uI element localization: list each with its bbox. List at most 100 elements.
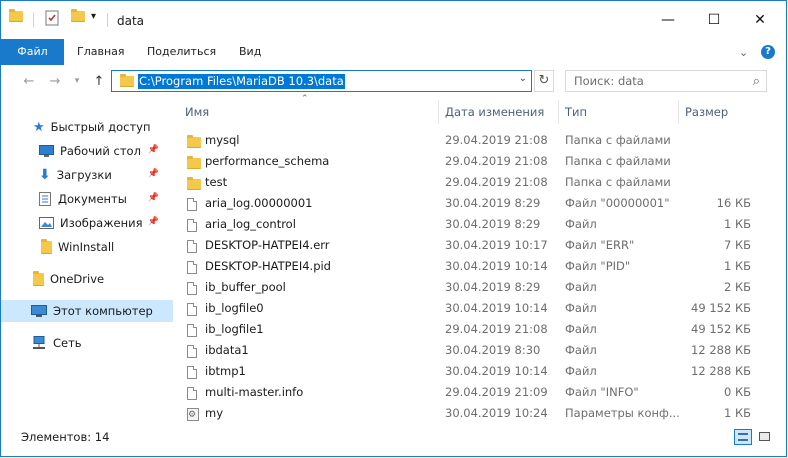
nav-item-downloads[interactable]: ⬇ Загрузки 📌 <box>1 164 173 186</box>
nav-item-desktop[interactable]: Рабочий стол 📌 <box>1 140 173 162</box>
help-icon[interactable]: ? <box>761 45 775 59</box>
file-date: 29.04.2019 21:08 <box>445 322 548 336</box>
nav-item-quick-access[interactable]: ★ Быстрый доступ <box>1 116 173 138</box>
address-bar[interactable]: C:\Program Files\MariaDB 10.3\data ⌄ <box>111 70 532 92</box>
file-type: Файл "00000001" <box>565 196 670 210</box>
file-name: performance_schema <box>205 154 330 168</box>
file-row[interactable]: mysql 29.04.2019 21:08 Папка с файлами <box>181 130 767 151</box>
nav-item-pictures[interactable]: Изображения 📌 <box>1 212 173 234</box>
nav-item-wininstall[interactable]: WinInstall <box>1 236 173 258</box>
address-path[interactable]: C:\Program Files\MariaDB 10.3\data <box>138 74 345 89</box>
nav-item-network[interactable]: Сеть <box>1 332 173 354</box>
file-type: Файл <box>565 343 597 357</box>
file-size: 1 КБ <box>723 406 751 420</box>
file-row[interactable]: test 29.04.2019 21:08 Папка с файлами <box>181 172 767 193</box>
file-size: 2 КБ <box>723 280 751 294</box>
up-button[interactable]: ↑ <box>89 71 109 91</box>
customize-toolbar-icon[interactable]: ▾ <box>91 11 96 22</box>
back-button[interactable]: ← <box>19 71 39 91</box>
file-size: 12 288 КБ <box>691 343 751 357</box>
file-row[interactable]: aria_log.00000001 30.04.2019 8:29 Файл "00… <box>181 193 767 214</box>
file-row[interactable]: DESKTOP-HATPEI4.err 30.04.2019 10:17 Файл … <box>181 235 767 256</box>
search-input[interactable]: Поиск: data ⌕ <box>565 70 767 92</box>
pin-icon[interactable]: 📌 <box>148 169 159 179</box>
file-name: my <box>205 406 224 420</box>
file-row[interactable]: performance_schema 29.04.2019 21:08 Папка … <box>181 151 767 172</box>
pin-icon[interactable]: 📌 <box>148 217 159 227</box>
file-size: 49 152 КБ <box>691 322 751 336</box>
file-name: multi-master.info <box>205 385 304 399</box>
computer-icon <box>31 304 47 317</box>
file-date: 30.04.2019 8:30 <box>445 343 541 357</box>
file-date: 30.04.2019 10:14 <box>445 301 548 315</box>
file-row[interactable]: my 30.04.2019 10:24 Параметры конф... 1 КБ <box>181 403 767 426</box>
column-header-date[interactable]: Дата изменения <box>445 100 557 124</box>
column-header-name[interactable]: Имя <box>185 100 437 124</box>
column-header-size[interactable]: Размер <box>685 100 765 124</box>
file-size: 1 КБ <box>723 217 751 231</box>
column-header-type[interactable]: Тип <box>565 100 675 124</box>
file-type: Папка с файлами <box>565 133 671 147</box>
refresh-icon: ↻ <box>538 73 550 88</box>
arrow-left-icon: ← <box>23 73 35 89</box>
maximize-icon: ☐ <box>707 12 721 28</box>
file-row[interactable]: ibdata1 30.04.2019 8:30 Файл 12 288 КБ <box>181 340 767 361</box>
star-icon: ★ <box>33 119 45 135</box>
file-type: Папка с файлами <box>565 175 671 189</box>
file-date: 30.04.2019 10:14 <box>445 364 548 378</box>
file-size: 49 152 КБ <box>691 301 751 315</box>
file-date: 30.04.2019 10:24 <box>445 406 548 420</box>
file-row[interactable]: ibtmp1 30.04.2019 10:14 Файл 12 288 КБ <box>181 361 767 382</box>
recent-locations-button[interactable]: ▾ <box>67 71 87 91</box>
new-folder-icon[interactable] <box>71 9 85 22</box>
tab-view[interactable]: Вид <box>239 39 261 65</box>
folder-icon <box>41 238 52 254</box>
file-type: Файл <box>565 322 597 336</box>
tab-home[interactable]: Главная <box>77 39 125 65</box>
nav-item-documents[interactable]: Документы 📌 <box>1 188 173 210</box>
navigation-pane: ★ Быстрый доступ Рабочий стол 📌 ⬇ Загруз… <box>1 97 173 427</box>
maximize-button[interactable]: ☐ <box>691 1 737 39</box>
documents-icon <box>39 192 51 206</box>
title-bar: ▾ data — ☐ ✕ <box>1 1 786 39</box>
folder-icon <box>33 270 44 286</box>
chevron-down-icon: ▾ <box>74 76 80 86</box>
pin-icon[interactable]: 📌 <box>148 145 159 155</box>
chevron-down-icon[interactable]: ⌄ <box>739 46 748 59</box>
minimize-button[interactable]: — <box>645 1 691 39</box>
file-name: ib_logfile0 <box>205 301 264 315</box>
status-bar: Элементов: 14 <box>1 427 786 449</box>
nav-item-this-pc[interactable]: Этот компьютер <box>1 300 173 322</box>
file-name: mysql <box>205 133 240 147</box>
file-row[interactable]: ib_logfile0 30.04.2019 10:14 Файл 49 152 КБ <box>181 298 767 319</box>
close-icon: ✕ <box>754 12 766 28</box>
file-date: 29.04.2019 21:08 <box>445 154 548 168</box>
refresh-button[interactable]: ↻ <box>534 70 554 92</box>
file-row[interactable]: multi-master.info 29.04.2019 21:09 Файл "I… <box>181 382 767 403</box>
pin-icon[interactable]: 📌 <box>148 193 159 203</box>
file-name: aria_log.00000001 <box>205 196 313 210</box>
desktop-icon <box>39 145 54 157</box>
chevron-down-icon[interactable]: ⌄ <box>519 73 527 84</box>
file-type: Файл <box>565 217 597 231</box>
file-row[interactable]: DESKTOP-HATPEI4.pid 30.04.2019 10:14 Файл … <box>181 256 767 277</box>
properties-icon[interactable] <box>45 10 59 26</box>
file-date: 29.04.2019 21:08 <box>445 133 548 147</box>
network-icon <box>33 336 45 349</box>
file-type: Файл <box>565 301 597 315</box>
tab-file[interactable]: Файл <box>1 39 64 65</box>
nav-item-onedrive[interactable]: OneDrive <box>1 268 173 290</box>
file-row[interactable]: aria_log_control 30.04.2019 8:29 Файл 1 КБ <box>181 214 767 235</box>
file-name: DESKTOP-HATPEI4.pid <box>205 259 331 273</box>
file-row[interactable]: ib_buffer_pool 30.04.2019 8:29 Файл 2 КБ <box>181 277 767 298</box>
file-date: 29.04.2019 21:09 <box>445 385 548 399</box>
close-button[interactable]: ✕ <box>737 1 783 39</box>
forward-button[interactable]: → <box>45 71 65 91</box>
file-name: ibtmp1 <box>205 364 246 378</box>
large-icons-view-button[interactable] <box>756 429 774 445</box>
file-name: ib_logfile1 <box>205 322 264 336</box>
file-row[interactable]: ib_logfile1 29.04.2019 21:08 Файл 49 152 КБ <box>181 319 767 340</box>
file-date: 30.04.2019 10:17 <box>445 238 548 252</box>
details-view-button[interactable] <box>734 429 752 445</box>
tab-share[interactable]: Поделиться <box>147 39 216 65</box>
